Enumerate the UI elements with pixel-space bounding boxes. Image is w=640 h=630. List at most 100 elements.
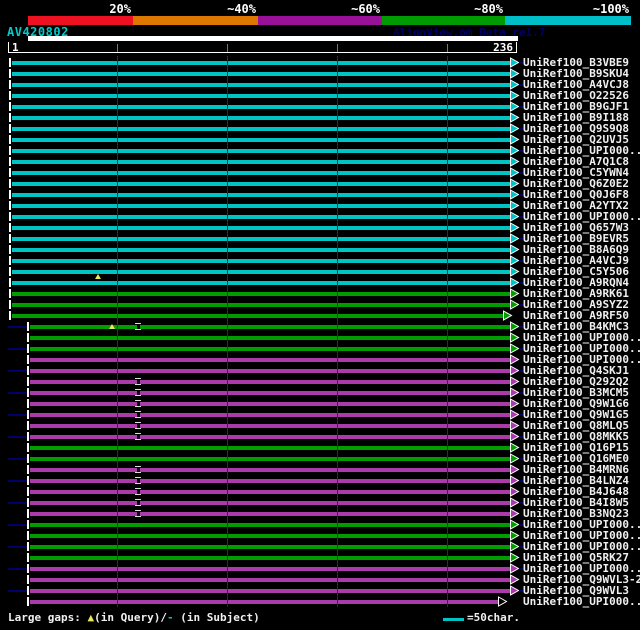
alignment-start-tick [27,366,29,375]
alignment-start-tick [27,399,29,408]
gap-dash-icon [135,428,141,429]
hit-bar[interactable] [12,160,510,164]
navy-lead-line [8,458,27,460]
scale-bar-label: =50char. [467,611,520,624]
hit-bar[interactable] [30,380,510,384]
hit-bar[interactable] [12,314,503,318]
hit-label[interactable]: UniRef100_UPI000.. [523,596,640,607]
hit-bar[interactable] [12,237,510,241]
hit-bar[interactable] [30,567,510,571]
alignment-start-tick [27,542,29,551]
hit-bar[interactable] [12,281,510,285]
hit-bar[interactable] [30,336,510,340]
alignment-start-tick [9,223,11,232]
hit-bar[interactable] [30,600,498,604]
hit-bar[interactable] [30,446,510,450]
hit-bar[interactable] [12,83,510,87]
hit-bar[interactable] [30,578,510,582]
hit-bar[interactable] [30,501,510,505]
navy-lead-line [8,348,27,350]
hit-bar[interactable] [12,171,510,175]
hit-bar[interactable] [30,424,510,428]
hit-bar[interactable] [30,479,510,483]
hit-bar[interactable] [30,413,510,417]
gap-dash-icon [135,483,141,484]
hit-bar[interactable] [30,391,510,395]
hit-bar[interactable] [12,259,510,263]
ruler-mid-tick [337,44,338,52]
hit-bar[interactable] [30,369,510,373]
hit-bar[interactable] [12,204,510,208]
navy-lead-line [8,502,27,504]
alignment-start-tick [27,322,29,331]
alignment-start-tick [27,520,29,529]
gap-dash-icon [135,494,141,495]
hit-bar[interactable] [12,72,510,76]
hit-bar[interactable] [12,105,510,109]
navy-lead-line [8,414,27,416]
alignment-start-tick [27,410,29,419]
hit-bar[interactable] [30,358,510,362]
hit-bar[interactable] [30,457,510,461]
hit-bar[interactable] [12,193,510,197]
hit-bar[interactable] [30,435,510,439]
key-segment-40 [133,16,258,25]
gap-dash-icon [135,510,141,511]
gap-dash-icon [135,516,141,517]
gap-dash-icon [135,433,141,434]
alignment-start-tick [27,597,29,606]
query-gap-triangle-icon [109,324,115,329]
hit-bar[interactable] [12,270,510,274]
hit-arrowhead-icon [503,310,513,321]
hit-bar[interactable] [12,248,510,252]
hit-arrowhead-icon [510,508,520,519]
hit-arrowhead-icon [510,332,520,343]
hit-bar[interactable] [30,490,510,494]
hit-bar[interactable] [30,523,510,527]
ruler-start-tick [8,42,9,53]
hit-bar[interactable] [30,545,510,549]
gap-dash-icon [135,477,141,478]
hit-bar[interactable] [12,292,510,296]
hit-bar[interactable] [12,226,510,230]
hit-bar[interactable] [12,182,510,186]
alignment-start-tick [27,476,29,485]
hit-bar[interactable] [12,127,510,131]
hit-bar[interactable] [12,116,510,120]
key-label: ~40% [227,2,256,16]
alignment-start-tick [27,333,29,342]
hit-bar[interactable] [30,325,510,329]
hit-bar[interactable] [30,347,510,351]
hit-bar[interactable] [30,534,510,538]
gap-dash-icon [135,422,141,423]
navy-lead-line [8,568,27,570]
ruler-start-label: 1 [12,41,19,54]
hit-bar[interactable] [12,303,510,307]
hit-arrowhead-icon [510,420,520,431]
gap-dash-icon [135,488,141,489]
hit-bar[interactable] [30,512,510,516]
hit-bar[interactable] [30,402,510,406]
hit-bar[interactable] [30,589,510,593]
legend-large-gaps-text: Large gaps: [8,611,88,624]
gap-dash-icon [135,417,141,418]
hit-bar[interactable] [12,94,510,98]
alignment-start-tick [9,135,11,144]
query-ruler [8,52,517,53]
alignment-start-tick [9,146,11,155]
alignment-start-tick [9,102,11,111]
hit-bar[interactable] [12,149,510,153]
gap-dash-icon [135,400,141,401]
hit-bar[interactable] [12,138,510,142]
hit-bar[interactable] [30,556,510,560]
alignment-start-tick [27,575,29,584]
hit-bar[interactable] [12,215,510,219]
hit-arrowhead-icon [510,288,520,299]
hit-bar[interactable] [12,61,510,65]
hit-arrowhead-icon [510,442,520,453]
hit-arrowhead-icon [510,178,520,189]
navy-lead-line [8,392,27,394]
hit-bar[interactable] [30,468,510,472]
alignment-start-tick [27,553,29,562]
alignment-start-tick [9,179,11,188]
